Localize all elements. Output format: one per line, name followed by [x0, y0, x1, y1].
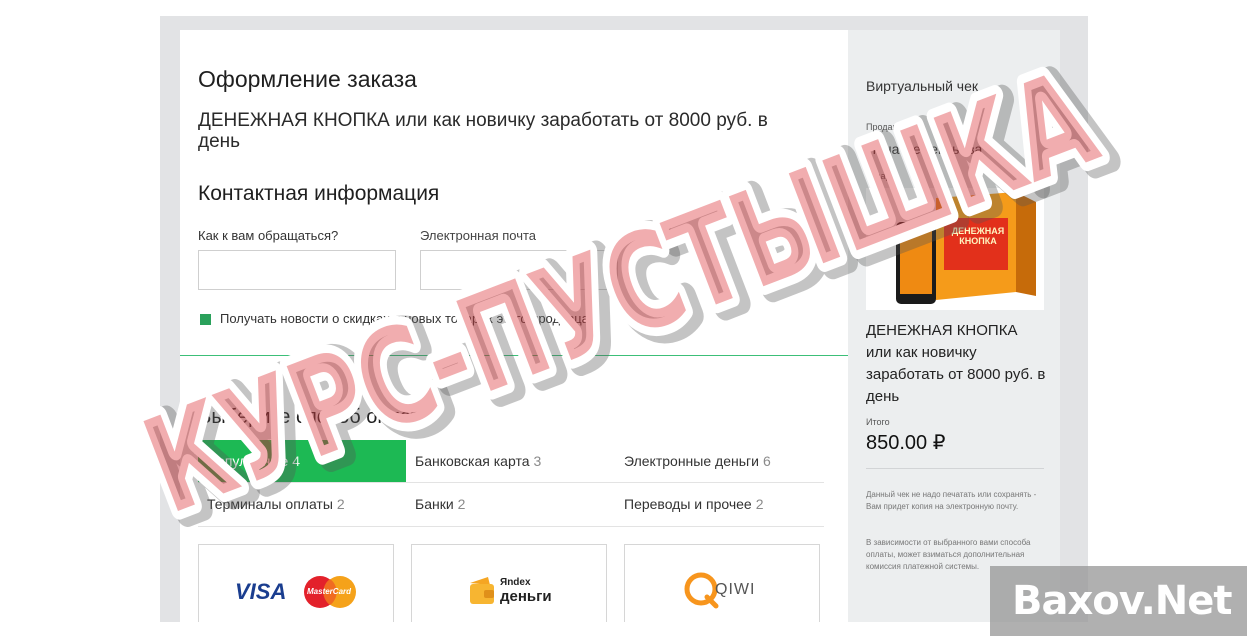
mastercard-label: MasterCard: [307, 587, 352, 596]
tab-label: Популярные: [207, 453, 289, 469]
product-title: ДЕНЕЖНАЯ КНОПКА или как новичку заработа…: [198, 110, 768, 152]
tab-count: 2: [457, 496, 466, 512]
visa-logo: VISA: [235, 579, 287, 604]
tab-count: 3: [533, 453, 542, 469]
product-label: Товар: [866, 171, 891, 181]
tab-row-divider: [198, 526, 824, 527]
news-checkbox-label: Получать новости о скидках и новых товар…: [220, 311, 589, 326]
yandex-brand-label: деньги: [500, 588, 552, 605]
tab-label: Переводы и прочее: [624, 496, 752, 512]
tab-label: Терминалы оплаты: [207, 496, 333, 512]
receipt-panel: Виртуальный чек Продавец Нина Дементьева…: [848, 30, 1060, 622]
receipt-divider: [866, 468, 1044, 469]
tab-popular[interactable]: Популярные 4: [198, 440, 406, 482]
cover-title: ДЕНЕЖНАЯ КНОПКА: [951, 226, 1005, 246]
total-label: Итого: [866, 417, 890, 427]
page-title: Оформление заказа: [198, 66, 417, 92]
qiwi-label: QIWI: [715, 581, 756, 598]
tab-label: Банковская карта: [415, 453, 530, 469]
receipt-title: Виртуальный чек: [866, 78, 979, 94]
section-divider: [180, 355, 848, 356]
tab-bank-card[interactable]: Банковская карта 3: [406, 440, 614, 482]
tab-count: 2: [336, 496, 345, 512]
name-input[interactable]: [198, 250, 396, 290]
news-checkbox[interactable]: [200, 314, 211, 325]
tab-count: 2: [755, 496, 764, 512]
seller-name: Нина Дементьева: [866, 141, 983, 157]
payment-heading: Выберите способ оплаты: [198, 406, 435, 428]
tab-banks[interactable]: Банки 2: [406, 483, 614, 525]
email-label: Электронная почта: [420, 228, 537, 243]
seller-label: Продавец: [866, 122, 908, 132]
email-input[interactable]: [420, 250, 618, 290]
name-label: Как к вам обращаться?: [198, 228, 339, 243]
contact-heading: Контактная информация: [198, 182, 440, 205]
product-cover-image: ДЕНЕЖНАЯ КНОПКА: [866, 188, 1044, 310]
payment-option-qiwi[interactable]: QIWI: [624, 544, 820, 622]
payment-option-visa-mastercard[interactable]: VISA MasterCard: [198, 544, 394, 622]
tab-e-money[interactable]: Электронные деньги 6: [615, 440, 823, 482]
checkout-panel: Оформление заказа ДЕНЕЖНАЯ КНОПКА или ка…: [180, 30, 848, 622]
receipt-product-name: ДЕНЕЖНАЯ КНОПКА или как новичку заработа…: [866, 322, 1046, 405]
watermark-text: Baxov.Net: [1012, 578, 1232, 624]
tab-label: Банки: [415, 496, 454, 512]
tab-label: Электронные деньги: [624, 453, 759, 469]
product-box-icon: [896, 192, 1036, 304]
tab-transfers[interactable]: Переводы и прочее 2: [615, 483, 823, 525]
wallet-icon: [470, 577, 494, 604]
receipt-note-print: Данный чек не надо печатать или сохранят…: [866, 490, 1037, 511]
tab-count: 4: [292, 453, 301, 469]
tab-count: 6: [762, 453, 771, 469]
yandex-small-label: Яndex: [500, 577, 531, 588]
payment-option-yandex-money[interactable]: Яndex деньги: [411, 544, 607, 622]
tab-terminals[interactable]: Терминалы оплаты 2: [198, 483, 406, 525]
total-price: 850.00 ₽: [866, 432, 946, 454]
